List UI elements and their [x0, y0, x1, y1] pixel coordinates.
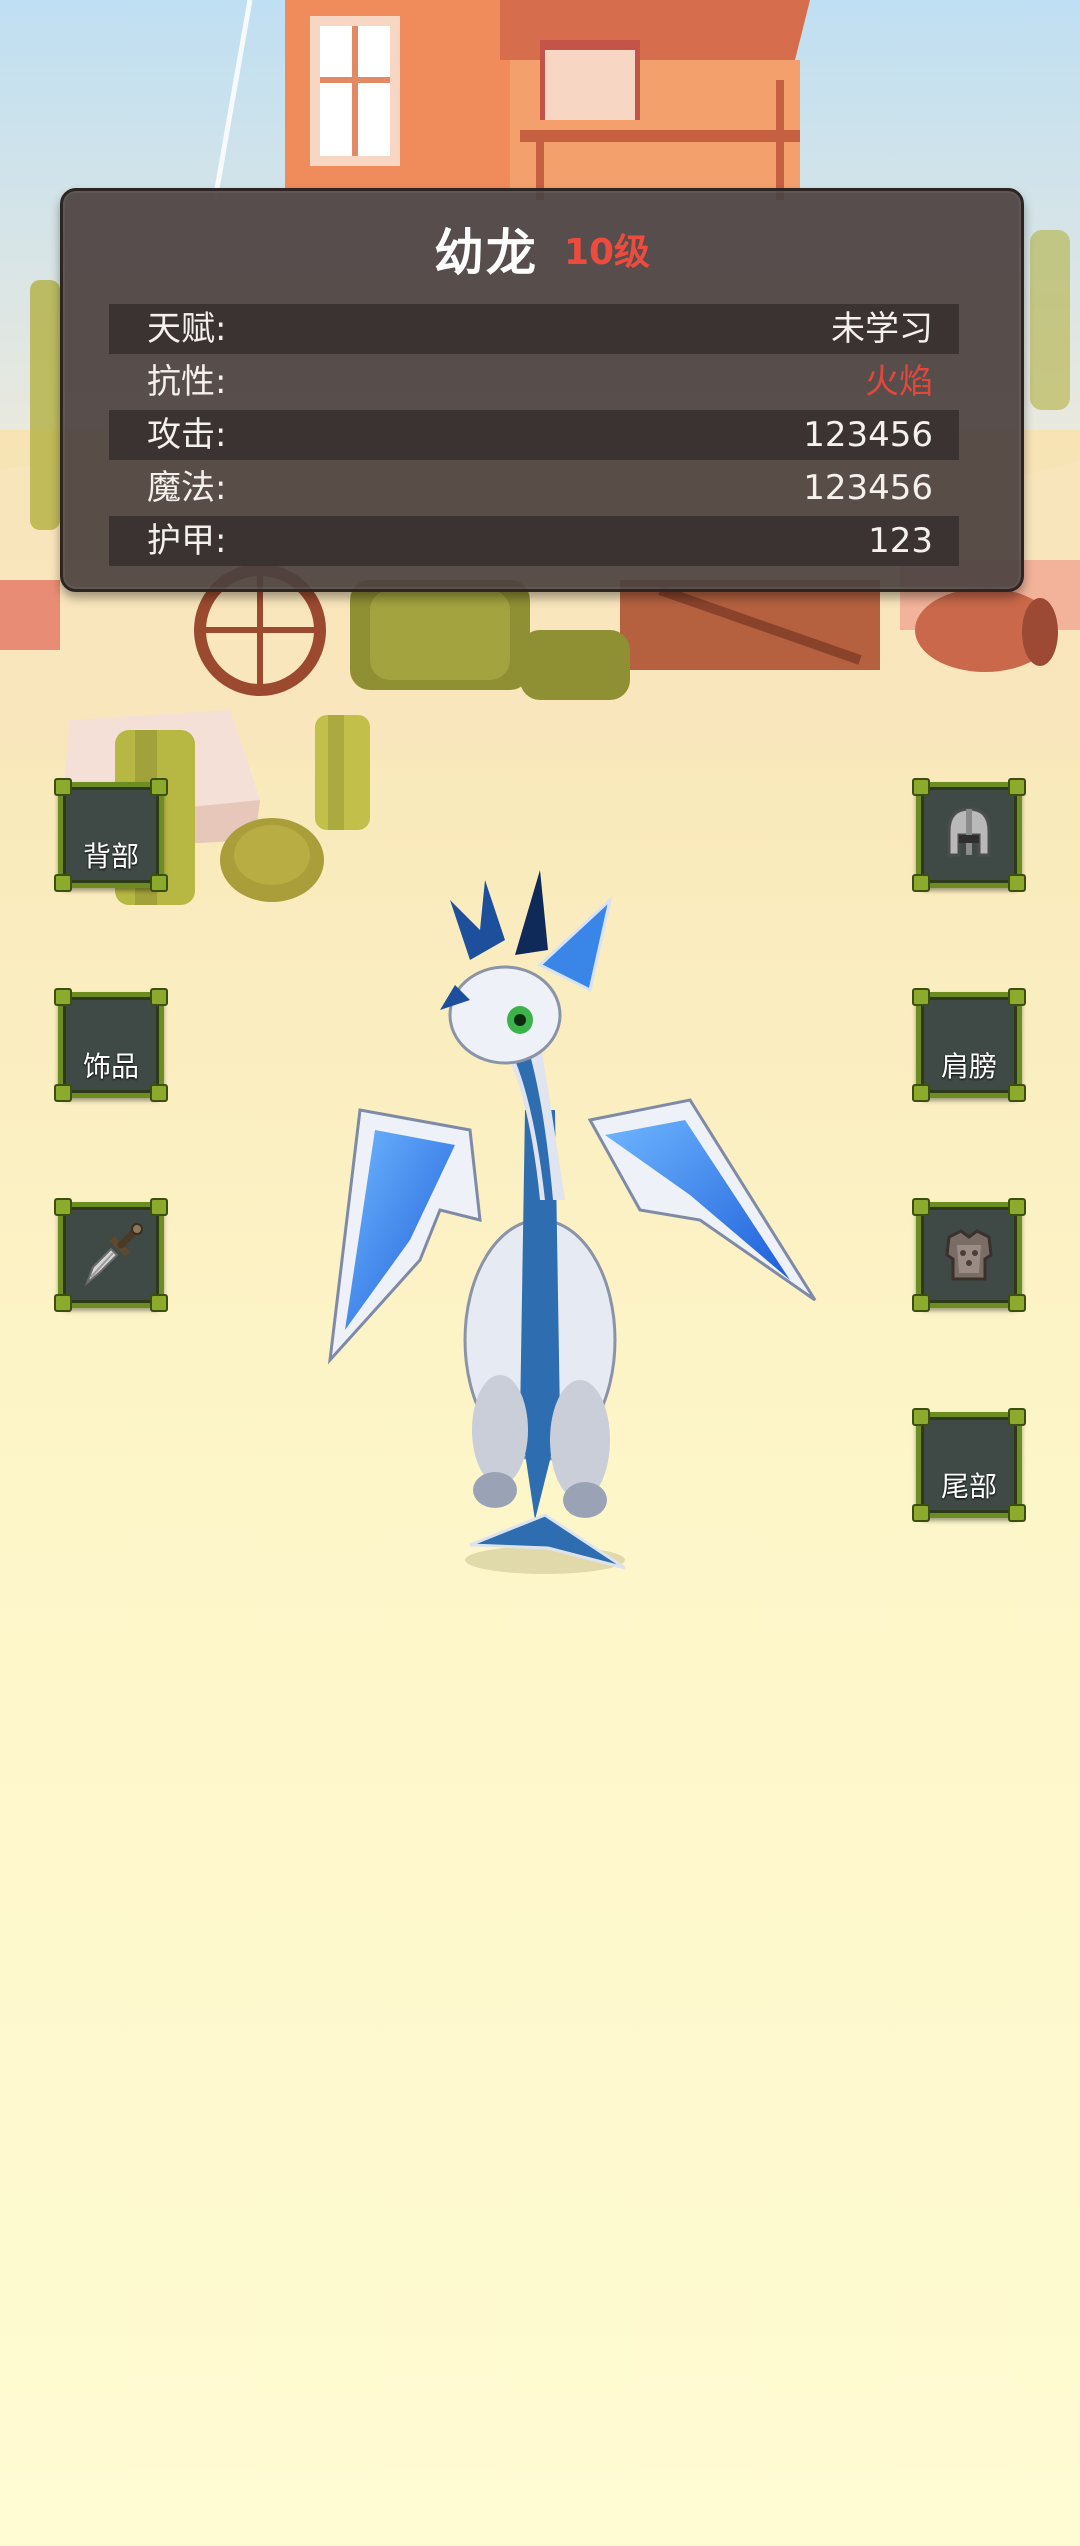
slot-frame-stud	[1008, 1408, 1026, 1426]
slot-label: 背部	[82, 840, 139, 873]
slot-frame-stud	[912, 1084, 930, 1102]
stat-row-attack: 攻击: 123456	[109, 410, 959, 460]
slot-frame-stud	[1008, 1504, 1026, 1522]
helmet-icon	[947, 807, 991, 857]
stat-label: 天赋:	[147, 309, 227, 349]
slot-frame-stud	[54, 1294, 72, 1312]
slot-frame-stud	[1008, 778, 1026, 796]
stat-label: 魔法:	[147, 468, 227, 508]
slot-frame-stud	[912, 874, 930, 892]
slot-tail[interactable]: 尾部	[912, 1408, 1026, 1522]
slot-frame-stud	[150, 1198, 168, 1216]
slot-frame-stud	[150, 1084, 168, 1102]
slot-frame-stud	[1008, 874, 1026, 892]
stat-value: 未学习	[831, 309, 933, 349]
slot-back[interactable]: 背部	[54, 778, 168, 892]
stat-row-magic: 魔法: 123456	[109, 463, 959, 513]
stat-value: 123	[868, 521, 933, 561]
slot-shoulder[interactable]: 肩膀	[912, 988, 1026, 1102]
slot-label: 尾部	[940, 1470, 997, 1503]
slot-frame-stud	[150, 1294, 168, 1312]
panel-header: 幼龙 10级	[63, 213, 1021, 282]
slot-frame-stud	[150, 874, 168, 892]
slot-label: 饰品	[82, 1050, 139, 1083]
slot-frame-stud	[1008, 1294, 1026, 1312]
slot-frame-stud	[912, 1294, 930, 1312]
stat-value: 123456	[803, 415, 933, 455]
slot-accessory[interactable]: 饰品	[54, 988, 168, 1102]
slot-chest[interactable]	[912, 1198, 1026, 1312]
slot-frame-stud	[150, 988, 168, 1006]
stat-value: 火焰	[865, 362, 933, 402]
dragon-level: 10级	[563, 232, 651, 273]
slot-frame-stud	[54, 874, 72, 892]
stat-row-resistance: 抗性: 火焰	[109, 357, 959, 407]
stat-label: 抗性:	[147, 362, 227, 402]
slot-frame-stud	[1008, 1198, 1026, 1216]
slot-frame-stud	[54, 1084, 72, 1102]
slot-weapon[interactable]	[54, 1198, 168, 1312]
stat-row-armor: 护甲: 123	[109, 516, 959, 566]
slot-frame-stud	[54, 778, 72, 796]
slot-frame-stud	[150, 778, 168, 796]
slot-frame-stud	[912, 988, 930, 1006]
slot-frame-stud	[912, 1504, 930, 1522]
stat-row-talent: 天赋: 未学习	[109, 304, 959, 354]
slot-label: 肩膀	[940, 1050, 997, 1083]
slot-frame-stud	[1008, 988, 1026, 1006]
slot-frame-stud	[912, 1408, 930, 1426]
slot-frame-stud	[54, 988, 72, 1006]
stat-value: 123456	[803, 468, 933, 508]
dragon-name: 幼龙	[433, 224, 538, 282]
slot-frame-stud	[54, 1198, 72, 1216]
slot-frame-stud	[912, 1198, 930, 1216]
stat-label: 攻击:	[147, 415, 227, 455]
dragon-stats-panel: 幼龙 10级 天赋: 未学习 抗性: 火焰 攻击: 123456 魔法: 1234…	[60, 188, 1024, 592]
slot-frame-stud	[1008, 1084, 1026, 1102]
chest-armor-icon	[945, 1229, 993, 1281]
slot-head[interactable]	[912, 778, 1026, 892]
slot-frame-stud	[912, 778, 930, 796]
dagger-icon	[84, 1223, 143, 1287]
stat-label: 护甲:	[147, 521, 227, 561]
